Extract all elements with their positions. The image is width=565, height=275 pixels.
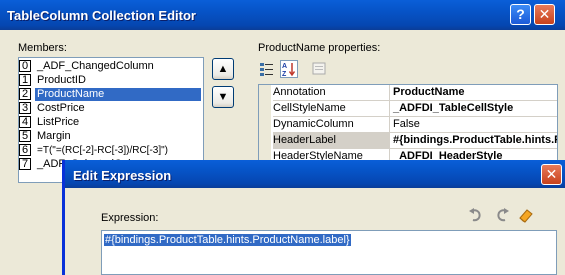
help-button[interactable]: ? [510,4,531,25]
row-gutter [259,85,271,101]
member-index: 2 [19,88,31,100]
main-dialog-title: TableColumn Collection Editor [7,8,196,23]
property-value[interactable]: _ADFDI_TableCellStyle [390,101,557,117]
edit-expression-titlebar[interactable]: Edit Expression ✕ [65,160,565,188]
expression-textarea[interactable]: #{bindings.ProductTable.hints.ProductNam… [101,230,557,275]
row-gutter [259,101,271,117]
edit-expression-dialog: Edit Expression ✕ Expression: #{bindings… [62,160,565,275]
member-name: _ADF_ChangedColumn [37,60,154,72]
edit-expression-title: Edit Expression [73,168,172,183]
member-name: ProductName [35,88,201,101]
member-index: 5 [19,130,31,142]
main-titlebar[interactable]: TableColumn Collection Editor ? ✕ [0,0,565,30]
property-row[interactable]: CellStyleName _ADFDI_TableCellStyle [259,101,557,117]
svg-text:A: A [282,63,287,70]
close-button[interactable]: ✕ [534,4,555,25]
eraser-icon[interactable] [517,206,535,224]
member-name: Margin [37,130,71,142]
member-index: 1 [19,74,31,86]
move-up-button[interactable]: ▲ [212,58,234,80]
row-gutter [259,117,271,133]
member-index: 4 [19,116,31,128]
svg-text:Z: Z [282,71,287,77]
list-item[interactable]: 4 ListPrice [19,116,203,129]
properties-label: ProductName properties: [258,42,381,54]
member-name: CostPrice [37,102,85,114]
property-row-selected[interactable]: HeaderLabel #{bindings.ProductTable.hint… [259,133,557,149]
property-name: Annotation [273,85,390,101]
redo-icon[interactable] [493,206,511,224]
property-value[interactable]: False [390,117,557,133]
property-value[interactable]: ProductName [390,85,557,101]
expression-label: Expression: [101,212,159,224]
member-name: ListPrice [37,116,80,128]
property-row[interactable]: DynamicColumn False [259,117,557,133]
row-gutter [259,133,271,149]
arrow-up-icon: ▲ [217,63,229,75]
property-row[interactable]: Annotation ProductName [259,85,557,101]
member-index: 6 [19,144,31,156]
categorized-icon[interactable] [258,60,276,78]
edit-expression-close-button[interactable]: ✕ [541,164,562,185]
property-name: CellStyleName [273,101,390,117]
list-item[interactable]: 5 Margin [19,130,203,143]
arrow-down-icon: ▼ [217,91,229,103]
list-item[interactable]: 0 _ADF_ChangedColumn [19,60,203,73]
property-value[interactable]: #{bindings.ProductTable.hints.ProductNam… [390,133,557,149]
list-item[interactable]: 1 ProductID [19,74,203,87]
member-name: =T("=(RC[-2]-RC[-3])/RC[-3]") [37,145,168,156]
property-pages-icon[interactable] [310,60,328,78]
members-label: Members: [18,42,67,54]
member-name: ProductID [37,74,86,86]
move-down-button[interactable]: ▼ [212,86,234,108]
member-index: 3 [19,102,31,114]
list-item[interactable]: 3 CostPrice [19,102,203,115]
property-name: HeaderLabel [273,133,390,149]
member-index: 0 [19,60,31,72]
member-index: 7 [19,158,31,170]
property-name: DynamicColumn [273,117,390,133]
alphabetical-sort-icon[interactable]: A Z [280,60,298,78]
undo-icon[interactable] [467,206,485,224]
list-item[interactable]: 6 =T("=(RC[-2]-RC[-3])/RC[-3]") [19,144,203,157]
expression-selected-text: #{bindings.ProductTable.hints.ProductNam… [104,234,351,246]
list-item-selected[interactable]: 2 ProductName [19,88,203,101]
